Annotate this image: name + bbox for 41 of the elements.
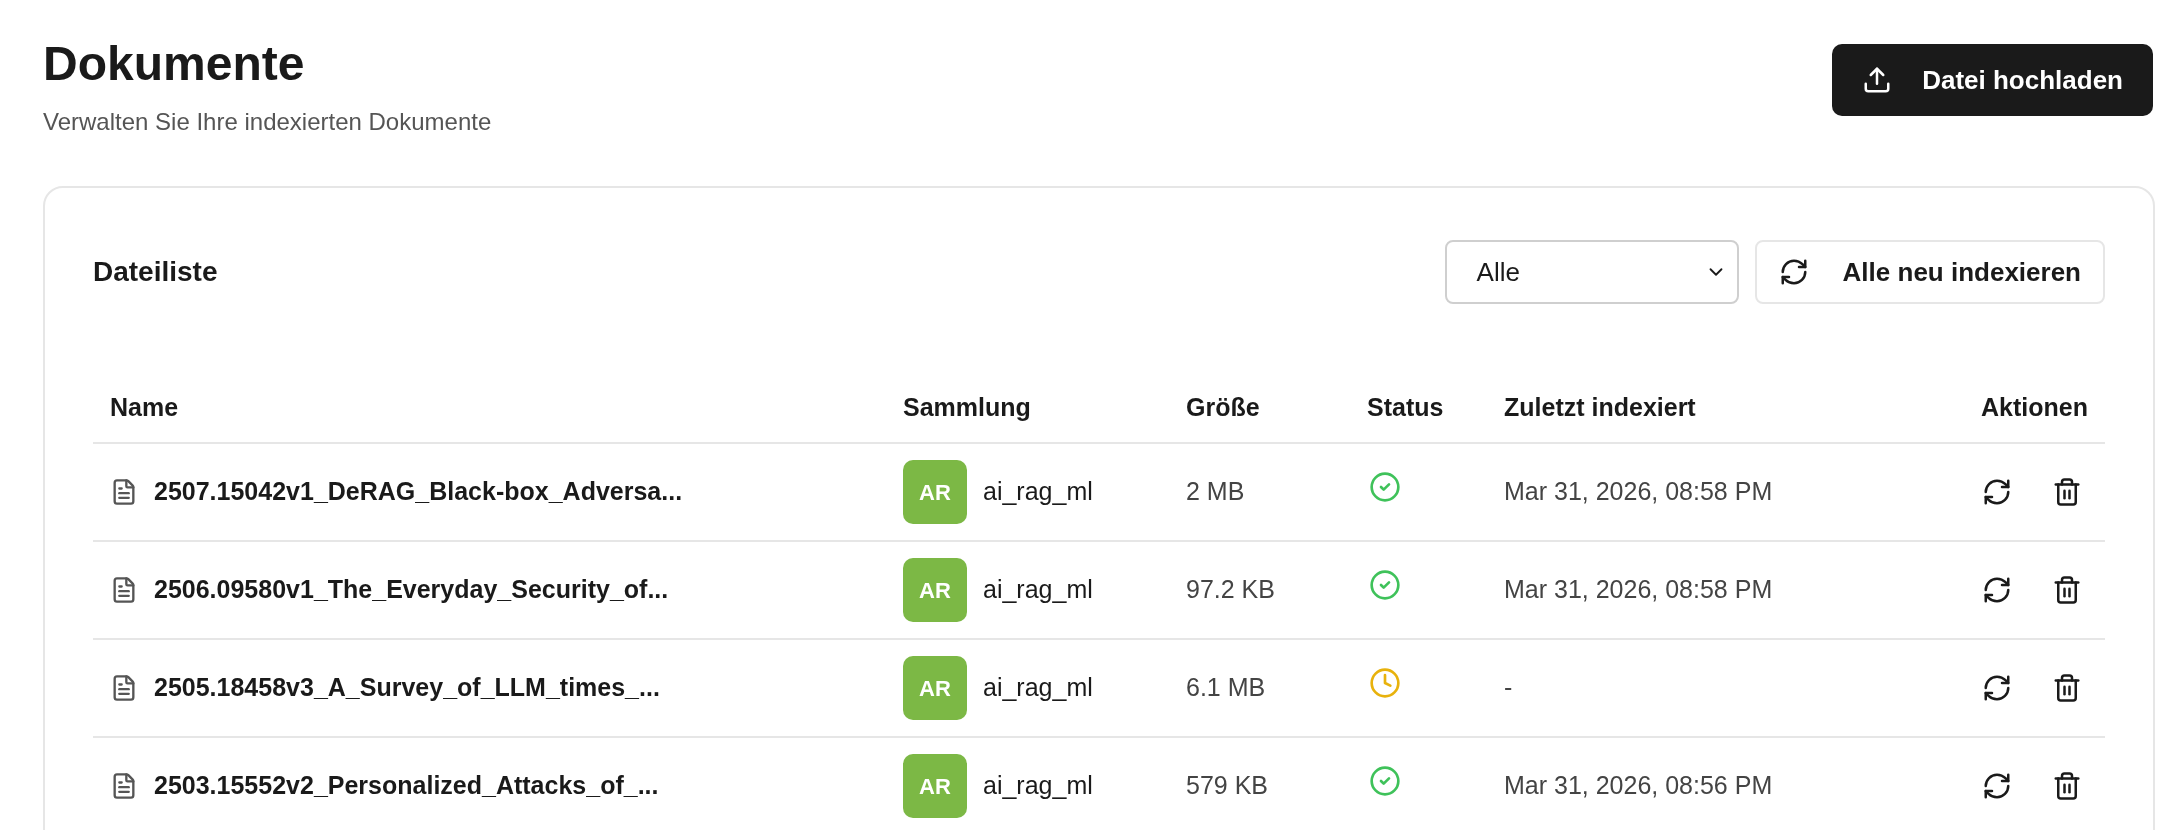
refresh-icon — [1982, 575, 2012, 605]
trash-icon — [2052, 771, 2082, 801]
collection-name: ai_rag_ml — [983, 672, 1093, 704]
upload-button[interactable]: Datei hochladen — [1832, 44, 2153, 116]
collection-badge: AR — [903, 656, 967, 720]
column-header: Zuletzt indexiert — [1504, 392, 1696, 424]
column-header: Größe — [1186, 392, 1260, 424]
file-size: 6.1 MB — [1186, 672, 1266, 704]
indexed-date: Mar 31, 2026, 08:58 PM — [1504, 476, 1773, 508]
trash-icon — [2052, 477, 2082, 507]
collection-badge: AR — [903, 754, 967, 818]
filter-select[interactable]: Alle — [1444, 240, 1739, 304]
column-header: Status — [1367, 392, 1444, 424]
collection-name: ai_rag_ml — [983, 574, 1093, 606]
indexed-date: Mar 31, 2026, 08:58 PM — [1504, 574, 1773, 606]
indexed-date: - — [1504, 672, 1513, 704]
file-size: 2 MB — [1186, 476, 1245, 508]
trash-icon — [2052, 673, 2082, 703]
file-name: 2506.09580v1_The_Everyday_Security_of... — [154, 574, 669, 606]
trash-icon — [2052, 575, 2082, 605]
collection-badge: AR — [903, 460, 967, 524]
indexed-date: Mar 31, 2026, 08:56 PM — [1504, 770, 1773, 802]
collection-badge: AR — [903, 558, 967, 622]
file-size: 97.2 KB — [1186, 574, 1275, 606]
card-title: Dateiliste — [93, 255, 218, 289]
collection-name: ai_rag_ml — [983, 476, 1093, 508]
column-header: Name — [110, 392, 179, 424]
file-name: 2505.18458v3_A_Survey_of_LLM_times_... — [154, 672, 660, 704]
refresh-icon — [1982, 771, 2012, 801]
column-header: Sammlung — [903, 392, 1031, 424]
collection-name: ai_rag_ml — [983, 770, 1093, 802]
page-subtitle: Verwalten Sie Ihre indexierten Dokumente — [43, 107, 492, 137]
reindex-all-button[interactable]: Alle neu indexieren — [1754, 240, 2105, 304]
page-title: Dokumente — [43, 36, 306, 92]
upload-icon — [1862, 65, 1893, 95]
refresh-icon — [1982, 673, 2012, 703]
column-header: Aktionen — [1981, 392, 2088, 424]
file-size: 579 KB — [1186, 770, 1268, 802]
file-name: 2503.15552v2_Personalized_Attacks_of_... — [154, 770, 659, 802]
refresh-icon — [1982, 477, 2012, 507]
file-name: 2507.15042v1_DeRAG_Black-box_Adversa... — [154, 476, 683, 508]
